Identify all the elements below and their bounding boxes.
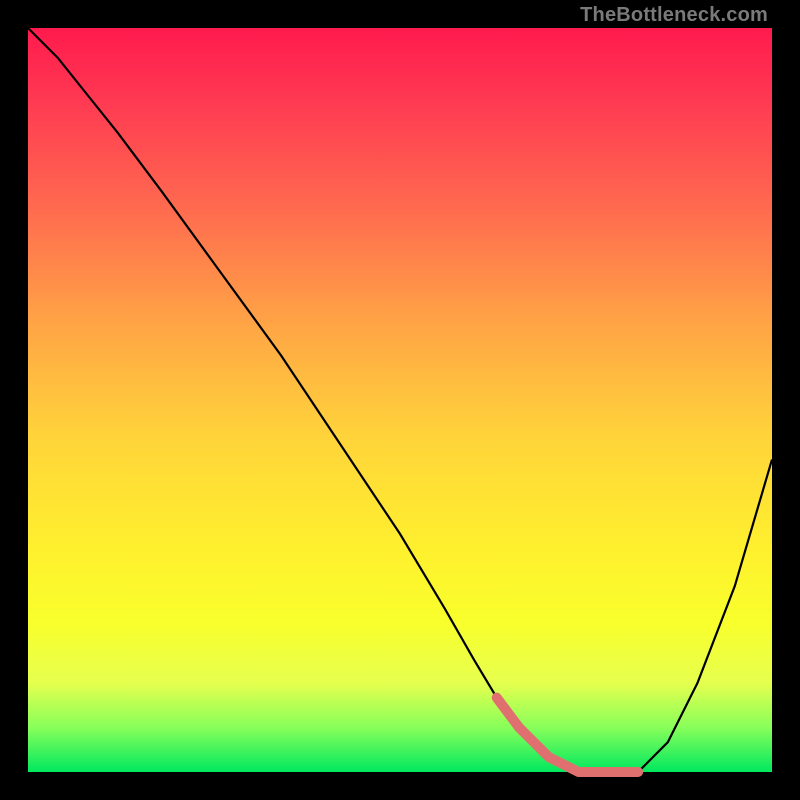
highlight-segment xyxy=(497,698,638,772)
chart-svg xyxy=(28,28,772,772)
chart-container: TheBottleneck.com xyxy=(0,0,800,800)
bottleneck-curve-line xyxy=(28,28,772,772)
watermark-text: TheBottleneck.com xyxy=(580,4,768,27)
